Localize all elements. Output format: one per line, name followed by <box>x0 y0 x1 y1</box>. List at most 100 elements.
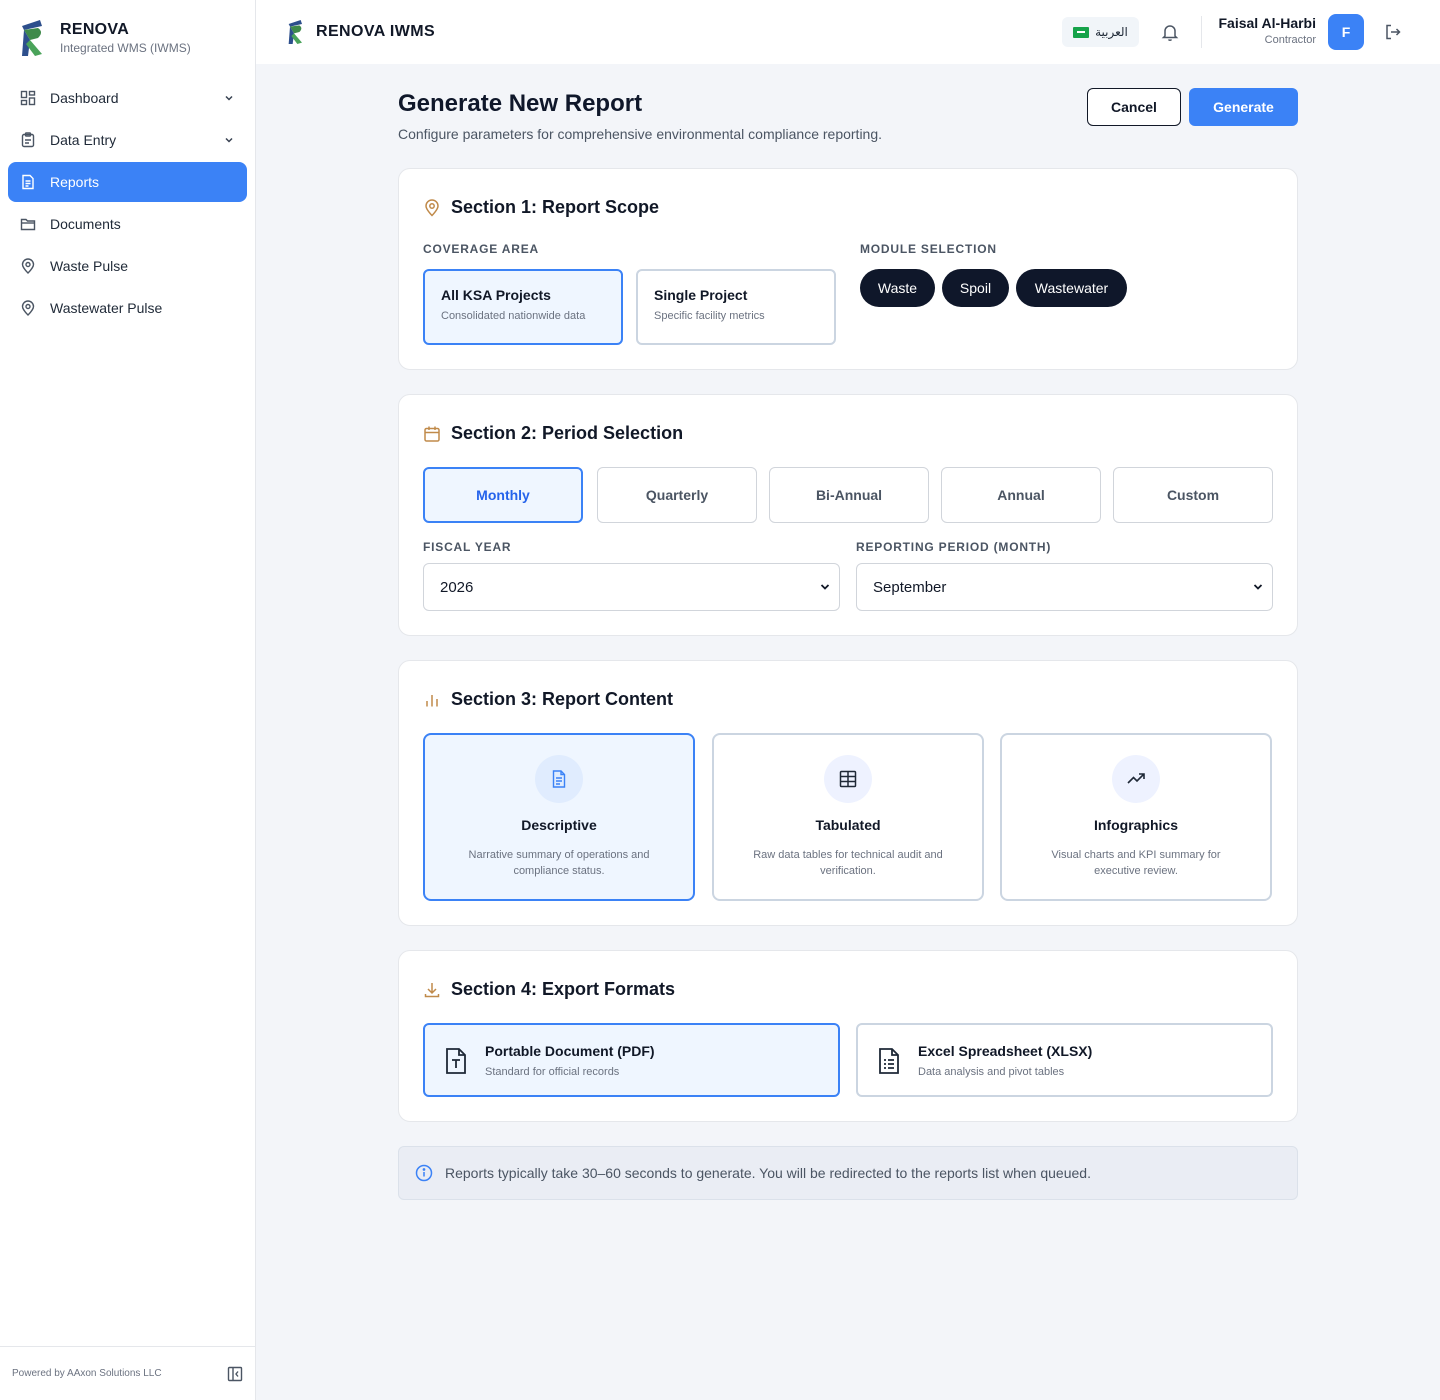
module-pill-waste[interactable]: Waste <box>860 269 935 307</box>
powered-by-text: Powered by AAxon Solutions LLC <box>12 1368 162 1379</box>
sidebar-item-label: Reports <box>50 174 100 190</box>
export-option-xlsx[interactable]: Excel Spreadsheet (XLSX) Data analysis a… <box>856 1023 1273 1097</box>
content-option-desc: Narrative summary of operations and comp… <box>468 849 650 877</box>
content-option-title: Infographics <box>1093 817 1178 833</box>
avatar[interactable]: F <box>1328 14 1364 50</box>
content-option-desc: Visual charts and KPI summary for execut… <box>1051 849 1221 877</box>
export-option-pdf[interactable]: Portable Document (PDF) Standard for off… <box>423 1023 840 1097</box>
content-option-infographics[interactable]: Infographics Visual charts and KPI summa… <box>1000 733 1272 901</box>
section-title: Section 2: Period Selection <box>423 423 683 444</box>
period-option-custom[interactable]: Custom <box>1113 467 1273 523</box>
top-header: RENOVA IWMS العربية Faisal Al-Harbi Cont… <box>256 0 1440 64</box>
period-selection-section: Section 2: Period Selection Monthly Quar… <box>398 394 1298 636</box>
sidebar-item-wastewater-pulse[interactable]: Wastewater Pulse <box>8 288 247 328</box>
table-icon <box>824 755 872 803</box>
sidebar-item-label: Documents <box>50 216 121 232</box>
content-option-descriptive[interactable]: Descriptive Narrative summary of operati… <box>423 733 695 901</box>
period-option-monthly[interactable]: Monthly <box>423 467 583 523</box>
content-option-title: Tabulated <box>815 817 881 833</box>
sidebar-item-documents[interactable]: Documents <box>8 204 247 244</box>
export-option-title: Excel Spreadsheet (XLSX) <box>918 1043 1093 1059</box>
section-title: Section 3: Report Content <box>423 689 673 710</box>
section-title-text: Section 3: Report Content <box>451 689 674 709</box>
coverage-area-label: COVERAGE AREA <box>423 242 539 256</box>
trending-up-icon <box>1112 755 1160 803</box>
chevron-down-icon[interactable] <box>223 134 235 146</box>
report-content-section: Section 3: Report Content Descriptive Na… <box>398 660 1298 926</box>
spreadsheet-file-icon <box>879 1048 899 1074</box>
content-option-tabulated[interactable]: Tabulated Raw data tables for technical … <box>712 733 984 901</box>
sidebar: RENOVA Integrated WMS (IWMS) Dashboard D… <box>0 0 256 1400</box>
download-icon <box>424 982 440 997</box>
fiscal-year-select[interactable]: 2026 <box>423 563 840 611</box>
coverage-option-title: Single Project <box>654 287 748 303</box>
period-option-annual[interactable]: Annual <box>941 467 1101 523</box>
sidebar-item-dashboard[interactable]: Dashboard <box>8 78 247 118</box>
coverage-option-title: All KSA Projects <box>441 287 551 303</box>
module-selection-label: MODULE SELECTION <box>860 242 997 256</box>
bell-icon[interactable] <box>1160 22 1180 42</box>
generate-button[interactable]: Generate <box>1189 88 1298 126</box>
renova-logo-icon <box>22 20 42 56</box>
period-option-bi-annual[interactable]: Bi-Annual <box>769 467 929 523</box>
clipboard-icon <box>20 132 36 148</box>
sidebar-item-data-entry[interactable]: Data Entry <box>8 120 247 160</box>
chevron-down-icon[interactable] <box>223 92 235 104</box>
section-title-text: Section 2: Period Selection <box>451 423 684 443</box>
renova-logo-icon <box>288 20 302 44</box>
dashboard-icon <box>20 90 36 106</box>
file-text-icon <box>20 174 36 190</box>
sidebar-item-label: Dashboard <box>50 90 119 106</box>
brand-subtitle: Integrated WMS (IWMS) <box>60 41 191 55</box>
header-divider <box>1201 16 1202 48</box>
user-info[interactable]: Faisal Al-Harbi Contractor <box>1218 15 1316 46</box>
section-title: Section 4: Export Formats <box>423 979 675 1000</box>
language-toggle[interactable]: العربية <box>1062 17 1139 47</box>
fiscal-year-label: FISCAL YEAR <box>423 540 512 554</box>
info-notice: Reports typically take 30–60 seconds to … <box>398 1146 1298 1200</box>
sidebar-item-reports[interactable]: Reports <box>8 162 247 202</box>
report-scope-section: Section 1: Report Scope COVERAGE AREA MO… <box>398 168 1298 370</box>
cancel-button[interactable]: Cancel <box>1087 88 1181 126</box>
header-brand-name: RENOVA IWMS <box>316 23 436 40</box>
fiscal-year-value: 2026 <box>440 578 474 596</box>
chevron-down-icon <box>820 584 830 590</box>
coverage-option-single-project[interactable]: Single Project Specific facility metrics <box>636 269 836 345</box>
sidebar-item-label: Data Entry <box>50 132 117 148</box>
map-pin-icon <box>20 300 36 316</box>
info-notice-text: Reports typically take 30–60 seconds to … <box>445 1165 1091 1181</box>
period-option-quarterly[interactable]: Quarterly <box>597 467 757 523</box>
sidebar-collapse-icon[interactable] <box>227 1366 243 1382</box>
section-title: Section 1: Report Scope <box>423 197 659 218</box>
chevron-down-icon <box>1253 584 1263 590</box>
content-option-desc: Raw data tables for technical audit and … <box>753 849 943 877</box>
coverage-option-all-ksa[interactable]: All KSA Projects Consolidated nationwide… <box>423 269 623 345</box>
logout-icon[interactable] <box>1384 23 1402 41</box>
content-option-title: Descriptive <box>521 817 597 833</box>
document-icon <box>535 755 583 803</box>
sidebar-item-label: Waste Pulse <box>50 258 129 274</box>
export-formats-section: Section 4: Export Formats Portable Docum… <box>398 950 1298 1122</box>
header-brand[interactable]: RENOVA IWMS <box>286 18 435 46</box>
sidebar-nav: Dashboard Data Entry Reports Documents W… <box>8 78 247 330</box>
brand[interactable]: RENOVA Integrated WMS (IWMS) <box>18 18 191 58</box>
sidebar-item-waste-pulse[interactable]: Waste Pulse <box>8 246 247 286</box>
page-title: Generate New Report <box>398 90 643 117</box>
reporting-month-select[interactable]: September <box>856 563 1273 611</box>
sidebar-item-label: Wastewater Pulse <box>50 300 163 316</box>
map-pin-icon <box>20 258 36 274</box>
reporting-month-label: REPORTING PERIOD (MONTH) <box>856 540 1052 554</box>
module-pill-wastewater[interactable]: Wastewater <box>1016 269 1127 307</box>
calendar-icon <box>424 426 440 442</box>
info-icon <box>415 1164 433 1182</box>
coverage-option-desc: Specific facility metrics <box>654 310 765 322</box>
sidebar-footer: Powered by AAxon Solutions LLC <box>0 1346 255 1400</box>
coverage-option-desc: Consolidated nationwide data <box>441 310 586 322</box>
module-pill-spoil[interactable]: Spoil <box>942 269 1009 307</box>
export-option-title: Portable Document (PDF) <box>485 1043 655 1059</box>
language-label: العربية <box>1095 25 1128 39</box>
export-option-desc: Standard for official records <box>485 1066 620 1078</box>
user-name: Faisal Al-Harbi <box>1218 15 1316 31</box>
user-role: Contractor <box>1264 34 1316 46</box>
section-title-text: Section 4: Export Formats <box>451 979 676 999</box>
